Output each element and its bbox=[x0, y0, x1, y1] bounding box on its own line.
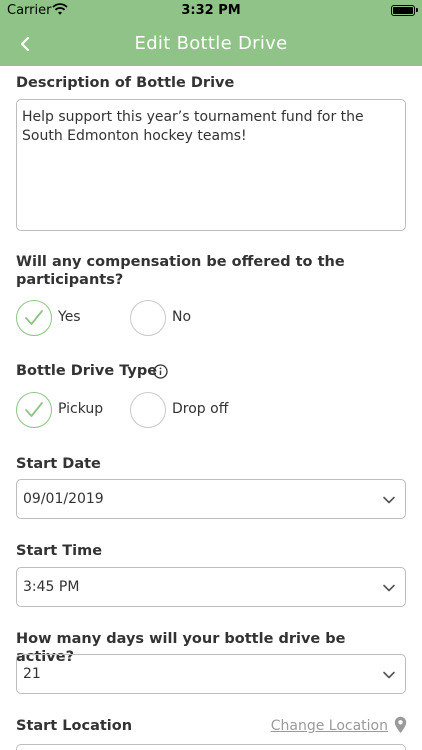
start-time-select[interactable]: 3:45 PM bbox=[16, 567, 406, 607]
radio-label: Yes bbox=[58, 309, 81, 325]
radio-label: Pickup bbox=[58, 401, 104, 417]
description-label: Description of Bottle Drive bbox=[16, 75, 235, 91]
radio-label: Drop off bbox=[172, 401, 229, 417]
compensation-radio-group: Yes No bbox=[16, 300, 406, 338]
compensation-label: Will any compensation be offered to the … bbox=[16, 254, 345, 288]
info-icon[interactable] bbox=[153, 364, 168, 379]
status-time: 3:32 PM bbox=[181, 3, 241, 18]
start-date-label: Start Date bbox=[16, 456, 101, 472]
drive-type-radio-group: Pickup Drop off bbox=[16, 392, 406, 430]
radio-circle bbox=[16, 300, 52, 336]
chevron-down-icon bbox=[383, 584, 395, 592]
radio-circle bbox=[130, 392, 166, 428]
start-location-label: Start Location bbox=[16, 718, 133, 734]
start-time-label: Start Time bbox=[16, 543, 103, 559]
days-active-select[interactable]: 21 bbox=[16, 654, 406, 694]
start-location-field[interactable] bbox=[16, 744, 406, 750]
days-active-value: 21 bbox=[23, 666, 41, 682]
location-pin-icon[interactable] bbox=[394, 716, 407, 734]
change-location-link[interactable]: Change Location bbox=[271, 718, 388, 734]
chevron-down-icon bbox=[383, 496, 395, 504]
start-date-select[interactable]: 09/01/2019 bbox=[16, 479, 406, 519]
checkmark-icon bbox=[25, 402, 43, 417]
radio-label: No bbox=[172, 309, 192, 325]
drive-type-label: Bottle Drive Type bbox=[16, 363, 158, 379]
chevron-down-icon bbox=[383, 671, 395, 679]
start-time-value: 3:45 PM bbox=[23, 579, 80, 595]
checkmark-icon bbox=[25, 310, 43, 325]
nav-bar: Edit Bottle Drive bbox=[0, 22, 422, 66]
battery-icon bbox=[391, 5, 418, 16]
radio-circle bbox=[16, 392, 52, 428]
start-date-value: 09/01/2019 bbox=[23, 491, 104, 507]
description-textarea[interactable]: Help support this year’s tournament fund… bbox=[16, 99, 406, 231]
status-bar: Carrier 3:32 PM bbox=[0, 0, 422, 22]
radio-circle bbox=[130, 300, 166, 336]
page-title: Edit Bottle Drive bbox=[134, 33, 288, 54]
